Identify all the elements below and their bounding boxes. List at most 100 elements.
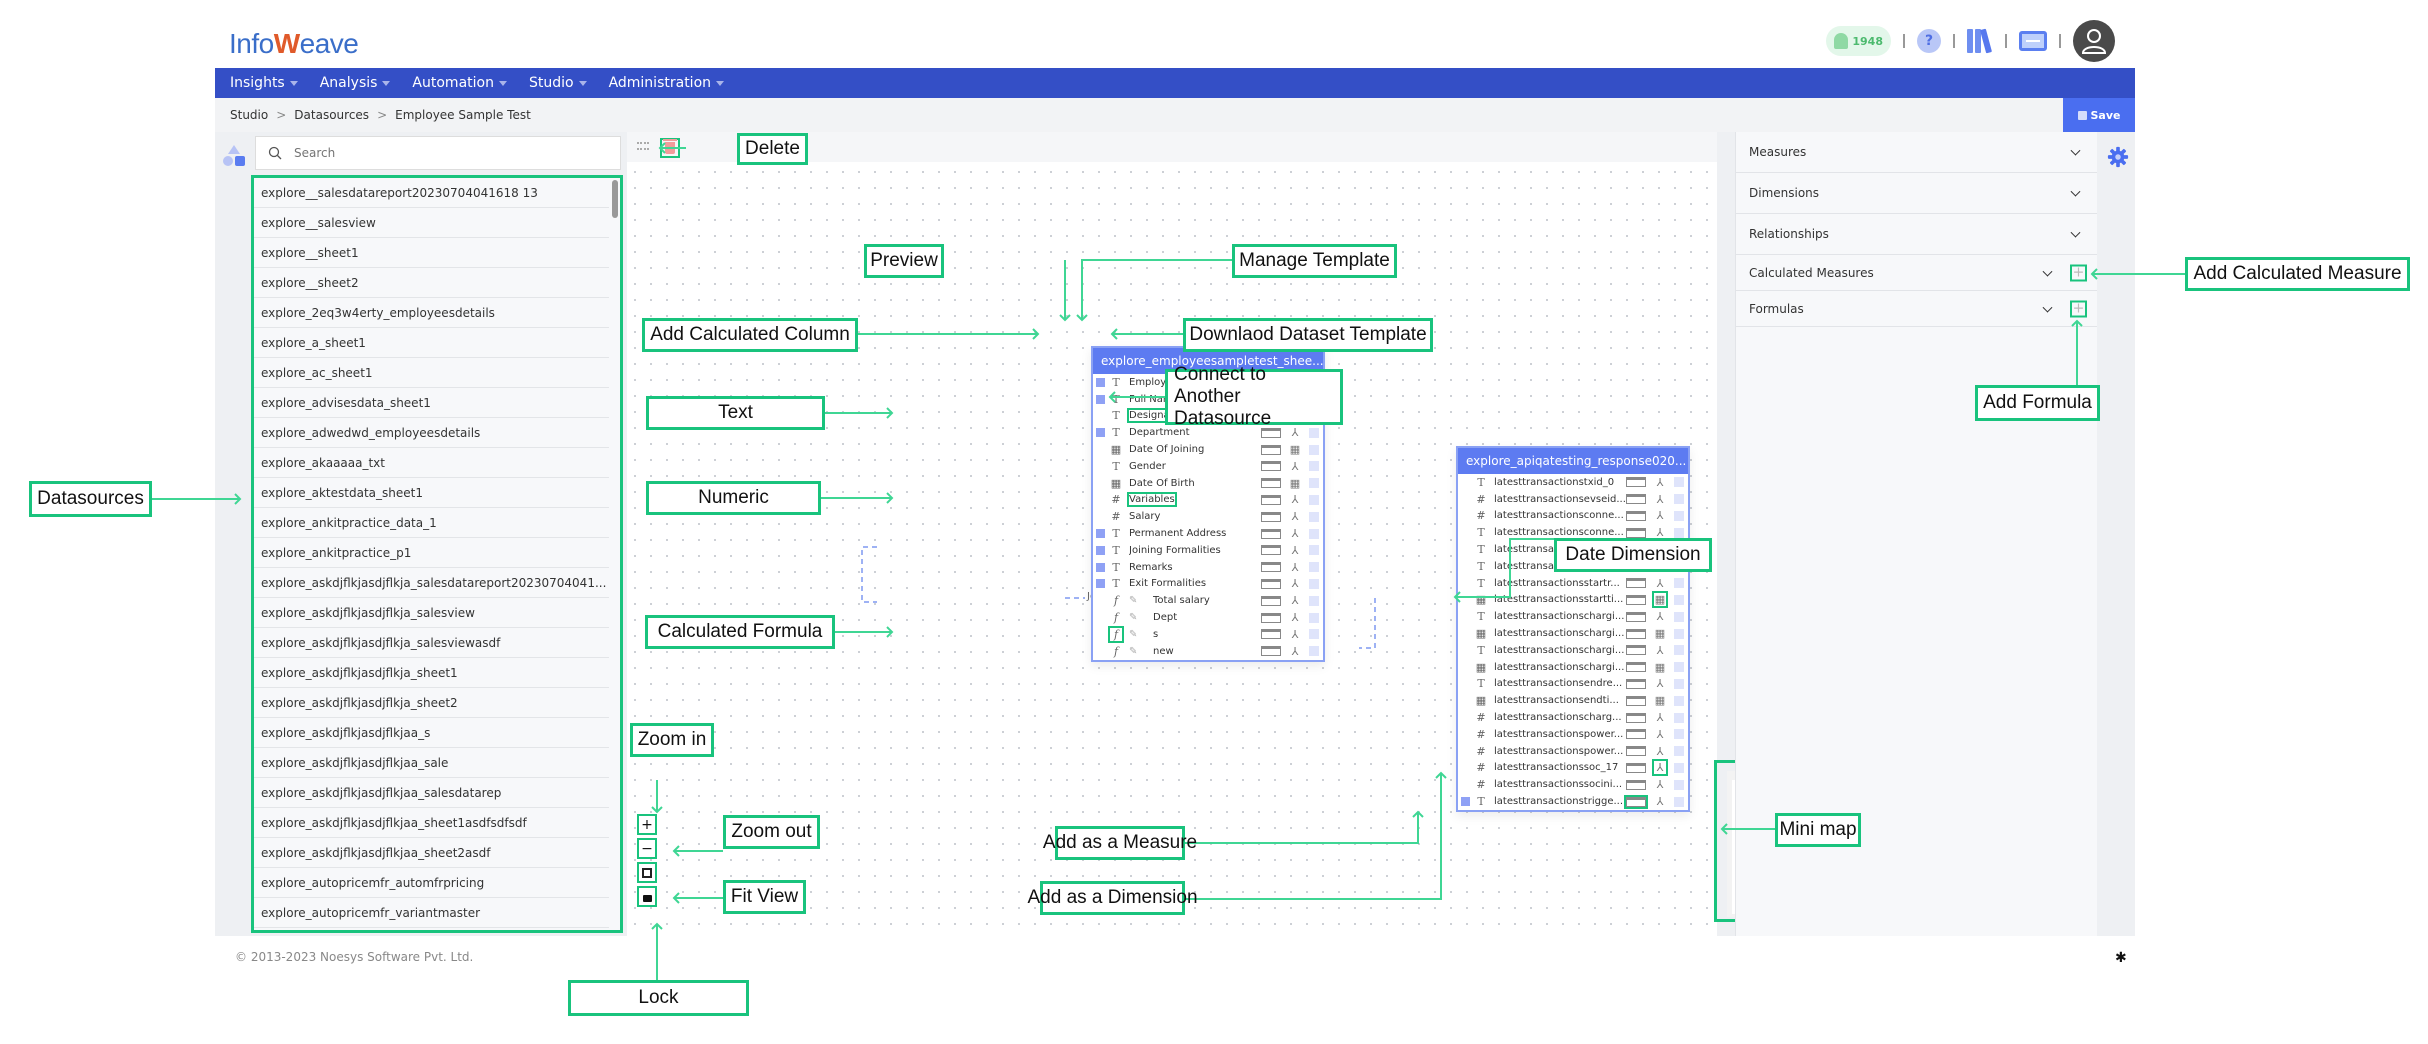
add-as-measure-icon[interactable] — [1261, 629, 1281, 640]
column-row[interactable]: T Remarks ⅄ — [1093, 559, 1323, 576]
connect-handle[interactable] — [1309, 478, 1319, 489]
add-as-dimension-icon[interactable]: ⅄ — [1289, 577, 1301, 590]
chevron-down-icon[interactable] — [2070, 145, 2081, 156]
infoweave-logo[interactable]: InfoWeave — [229, 28, 359, 60]
datasource-list[interactable]: explore__salesdatareport20230704041618 1… — [251, 175, 623, 933]
column-row[interactable]: f ✎ Total salary ⅄ — [1093, 592, 1323, 609]
add-as-measure-icon[interactable] — [1626, 628, 1646, 639]
add-as-dimension-icon[interactable]: ⅄ — [1289, 645, 1301, 658]
datasource-item[interactable]: explore_aktestdata_sheet1 — [254, 478, 609, 508]
column-row[interactable]: ▦ latesttransactionschargi... ▦ — [1458, 625, 1688, 642]
date-dimension-icon[interactable]: ▦ — [1654, 627, 1666, 640]
add-as-measure-icon[interactable] — [1261, 578, 1281, 589]
table-title[interactable]: explore_apiqatesting_response020... — [1458, 448, 1688, 474]
add-as-measure-icon[interactable] — [1261, 545, 1281, 556]
add-button[interactable]: + — [2070, 264, 2087, 281]
column-row[interactable]: # latesttransactionssocini... ⅄ — [1458, 776, 1688, 793]
add-as-measure-icon[interactable] — [1261, 528, 1281, 539]
add-as-measure-icon[interactable] — [1261, 461, 1281, 472]
datasource-item[interactable]: explore_askdjflkjasdjflkja_sheet2 — [254, 688, 609, 718]
connect-handle[interactable] — [1674, 628, 1684, 639]
gear-icon[interactable] — [2107, 146, 2129, 168]
notifications-button[interactable]: 1948 — [1826, 26, 1891, 56]
connect-handle[interactable] — [1674, 527, 1684, 538]
connect-handle[interactable] — [1674, 695, 1684, 706]
connect-handle[interactable] — [1674, 578, 1684, 589]
column-row[interactable]: f ✎ new ⅄ — [1093, 643, 1323, 660]
add-as-dimension-icon[interactable]: ⅄ — [1289, 493, 1301, 506]
connect-handle[interactable] — [1309, 646, 1319, 657]
datasource-item[interactable]: explore_adwedwd_employeesdetails — [254, 418, 609, 448]
lock-button[interactable] — [637, 886, 657, 907]
edit-pencil-icon[interactable]: ✎ — [1129, 629, 1139, 640]
datasource-search[interactable] — [255, 136, 621, 170]
save-button[interactable]: Save — [2063, 98, 2135, 132]
nav-analysis[interactable]: Analysis — [320, 75, 391, 91]
panel-section-relationships[interactable]: Relationships — [1736, 214, 2097, 255]
breadcrumb-datasources[interactable]: Datasources — [294, 108, 369, 122]
connect-handle[interactable] — [1309, 612, 1319, 623]
help-icon[interactable]: ? — [1917, 29, 1941, 53]
connect-handle[interactable] — [1309, 494, 1319, 505]
datasource-item[interactable]: explore_askdjflkjasdjflkjaa_s — [254, 718, 609, 748]
connect-handle[interactable] — [1674, 762, 1684, 773]
datasource-item[interactable]: explore_askdjflkjasdjflkjaa_salesdatarep — [254, 778, 609, 808]
column-row[interactable]: Tlatesttransactionschargi... ⅄ — [1458, 642, 1688, 659]
add-as-dimension-icon[interactable]: ⅄ — [1654, 493, 1666, 506]
add-as-measure-icon[interactable] — [1261, 562, 1281, 573]
nav-automation[interactable]: Automation — [412, 75, 507, 91]
column-row[interactable]: # latesttransactionspower... ⅄ — [1458, 726, 1688, 743]
column-row[interactable]: # latesttransactionsevseid... ⅄ — [1458, 491, 1688, 508]
connect-handle[interactable] — [1674, 662, 1684, 673]
add-as-measure-icon[interactable] — [1261, 612, 1281, 623]
panel-section-dimensions[interactable]: Dimensions — [1736, 173, 2097, 214]
add-as-dimension-icon[interactable]: ⅄ — [1654, 745, 1666, 758]
add-as-measure-icon[interactable] — [1261, 511, 1281, 522]
column-row[interactable]: T Permanent Address ⅄ — [1093, 525, 1323, 542]
add-as-dimension-icon[interactable]: ⅄ — [1654, 509, 1666, 522]
connect-handle[interactable] — [1674, 746, 1684, 757]
connect-handle[interactable] — [1674, 645, 1684, 656]
nav-insights[interactable]: Insights — [230, 75, 298, 91]
date-dimension-icon[interactable]: ▦ — [1654, 694, 1666, 707]
add-as-dimension-icon[interactable]: ⅄ — [1289, 460, 1301, 473]
add-button[interactable]: + — [2070, 300, 2087, 317]
library-icon[interactable] — [1967, 28, 1993, 54]
add-as-measure-icon[interactable] — [1626, 678, 1646, 689]
add-as-dimension-icon[interactable]: ⅄ — [1654, 795, 1666, 808]
column-row[interactable]: ▦ latesttransactionsstartti... ▦ — [1458, 591, 1688, 609]
add-as-measure-icon[interactable] — [1261, 494, 1281, 505]
connect-handle[interactable] — [1674, 779, 1684, 790]
drag-handle-icon[interactable] — [637, 142, 649, 150]
connect-handle[interactable] — [1309, 562, 1319, 573]
datasource-item[interactable]: explore_askdjflkjasdjflkjaa_sheet2asdf — [254, 838, 609, 868]
column-row[interactable]: f ✎ Dept ⅄ — [1093, 609, 1323, 626]
add-as-measure-icon[interactable] — [1626, 762, 1646, 773]
date-dimension-icon[interactable]: ▦ — [1289, 477, 1301, 490]
column-row[interactable]: ▦ Date Of Birth ▦ — [1093, 475, 1323, 492]
add-as-measure-icon[interactable] — [1261, 646, 1281, 657]
add-as-measure-icon[interactable] — [1626, 578, 1646, 589]
column-row[interactable]: T Gender ⅄ — [1093, 458, 1323, 475]
delete-button[interactable] — [660, 138, 680, 158]
connect-handle[interactable] — [1309, 545, 1319, 556]
add-as-measure-icon[interactable] — [1626, 779, 1646, 790]
date-dimension-icon[interactable]: ▦ — [1652, 591, 1668, 609]
connect-handle[interactable] — [1674, 678, 1684, 689]
user-avatar[interactable] — [2073, 20, 2115, 62]
nav-administration[interactable]: Administration — [609, 75, 725, 91]
connect-handle[interactable] — [1309, 461, 1319, 472]
connect-handle[interactable] — [1674, 477, 1684, 488]
add-as-dimension-icon[interactable]: ⅄ — [1289, 561, 1301, 574]
chevron-down-icon[interactable] — [2070, 227, 2081, 238]
bug-icon[interactable]: ✱ — [2115, 950, 2127, 966]
column-row[interactable]: # latesttransactionspower... ⅄ — [1458, 743, 1688, 760]
add-as-dimension-icon[interactable]: ⅄ — [1289, 544, 1301, 557]
connect-handle[interactable] — [1674, 796, 1684, 807]
datasource-item[interactable]: explore_ankitpractice_p1 — [254, 538, 609, 568]
search-input[interactable] — [294, 146, 594, 160]
add-as-measure-icon[interactable] — [1261, 444, 1281, 455]
datasource-item[interactable]: explore_advisesdata_sheet1 — [254, 388, 609, 418]
column-row[interactable]: # latesttransactionssoc_17 ⅄ — [1458, 759, 1688, 777]
datasource-item[interactable]: explore_ankitpractice_data_1 — [254, 508, 609, 538]
